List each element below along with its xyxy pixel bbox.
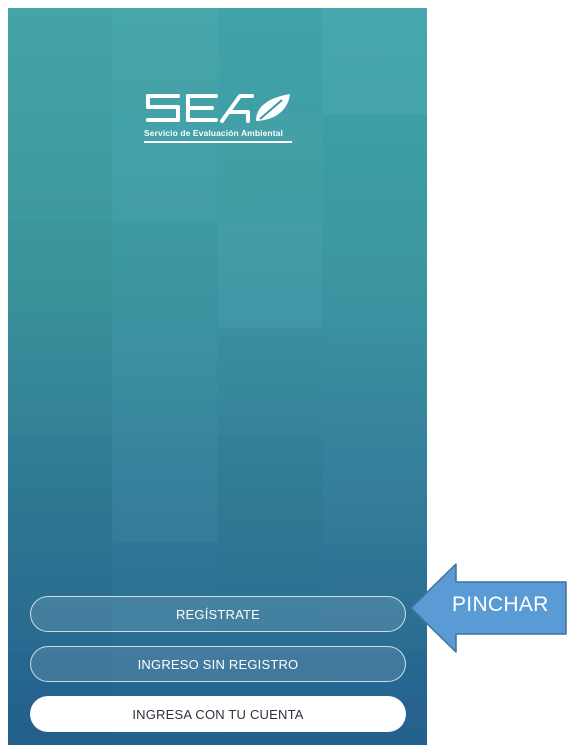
enter-without-registration-button[interactable]: INGRESO SIN REGISTRO	[30, 646, 406, 682]
login-with-account-button[interactable]: INGRESA CON TU CUENTA	[30, 696, 406, 732]
logo-underline	[144, 141, 292, 143]
phone-screen: Servicio de Evaluación Ambiental REGÍSTR…	[8, 8, 427, 745]
arrow-label: PINCHAR	[452, 593, 549, 616]
sea-logo: Servicio de Evaluación Ambiental	[144, 90, 294, 150]
sea-logo-mark	[146, 94, 290, 123]
logo-tagline: Servicio de Evaluación Ambiental	[144, 128, 283, 138]
register-button[interactable]: REGÍSTRATE	[30, 596, 406, 632]
